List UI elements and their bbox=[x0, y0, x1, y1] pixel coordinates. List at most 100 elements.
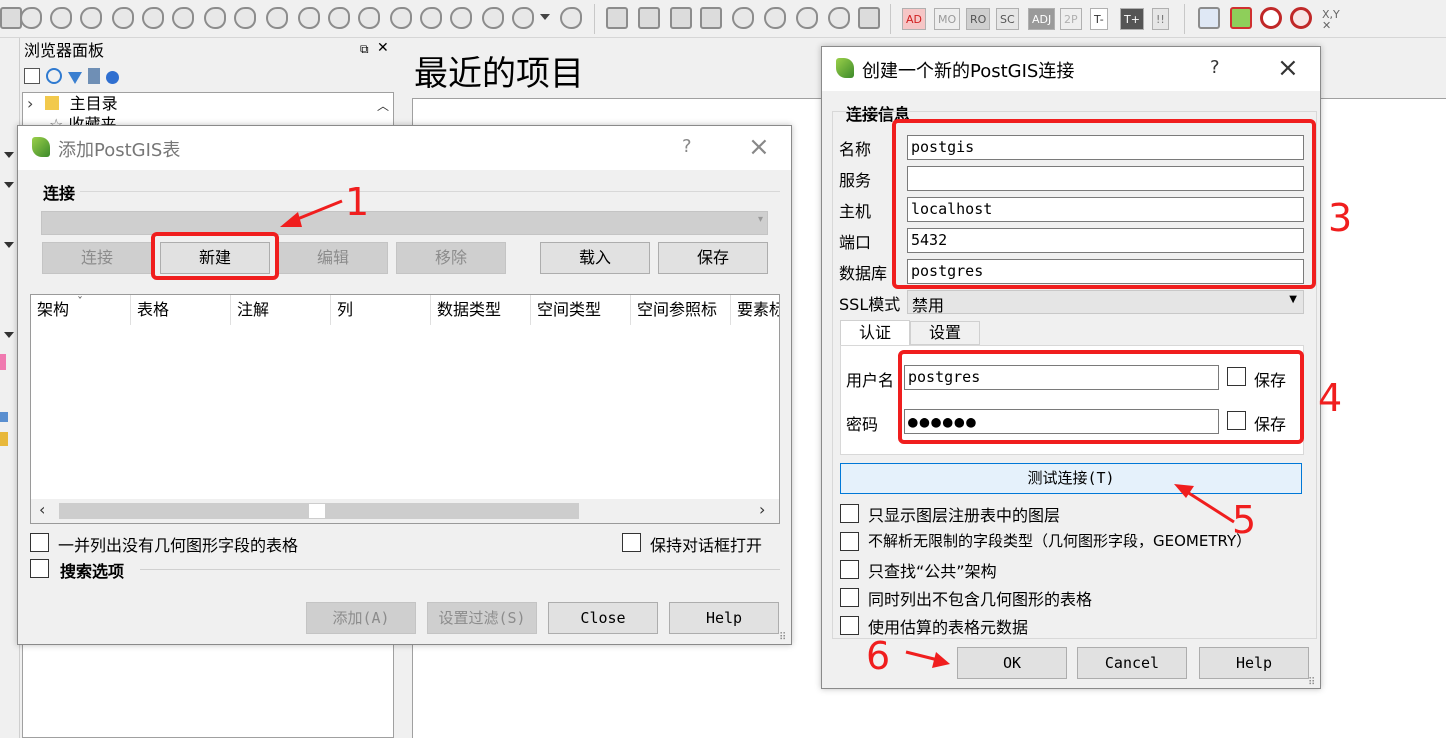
digitize-icon[interactable] bbox=[0, 7, 22, 29]
2p-tool-icon[interactable]: 2P bbox=[1060, 8, 1082, 30]
reshape-icon[interactable] bbox=[328, 7, 350, 29]
remove-button[interactable]: 移除 bbox=[396, 242, 506, 274]
merge-features-icon[interactable] bbox=[450, 7, 472, 29]
chevron-down-icon[interactable] bbox=[4, 332, 14, 338]
connect-button[interactable]: 连接 bbox=[42, 242, 152, 274]
chevron-down-icon[interactable] bbox=[540, 14, 550, 20]
info-icon[interactable] bbox=[106, 71, 119, 84]
delete-part-icon[interactable] bbox=[298, 7, 320, 29]
zoom-select-icon[interactable] bbox=[1290, 7, 1312, 29]
column-header[interactable]: 表格 bbox=[131, 295, 231, 325]
rotate-symbols-icon[interactable] bbox=[512, 7, 534, 29]
split-parts-icon[interactable] bbox=[420, 7, 442, 29]
brightness-up-icon[interactable] bbox=[732, 7, 754, 29]
collapse-icon[interactable] bbox=[88, 68, 100, 84]
grid-icon[interactable] bbox=[858, 7, 880, 29]
merge-attributes-icon[interactable] bbox=[482, 7, 504, 29]
column-header[interactable]: 数据类型 bbox=[431, 295, 531, 325]
add-part-icon[interactable] bbox=[204, 7, 226, 29]
add-feature-icon[interactable] bbox=[112, 7, 134, 29]
close-button[interactable]: Close bbox=[548, 602, 658, 634]
scroll-left-icon[interactable]: ‹ bbox=[39, 500, 45, 519]
option-checkbox[interactable] bbox=[840, 532, 859, 551]
edit-button[interactable]: 编辑 bbox=[278, 242, 388, 274]
chevron-down-icon[interactable] bbox=[4, 242, 14, 248]
option-checkbox[interactable] bbox=[840, 588, 859, 607]
help-icon[interactable]: ? bbox=[682, 136, 692, 157]
refresh-icon[interactable] bbox=[46, 68, 62, 84]
keep-open-checkbox[interactable] bbox=[622, 533, 641, 552]
chevron-right-icon[interactable]: › bbox=[27, 94, 33, 113]
option-checkbox[interactable] bbox=[840, 560, 859, 579]
sc-tool-icon[interactable]: SC bbox=[996, 8, 1019, 30]
resize-grip-icon[interactable]: ⠿ bbox=[1308, 677, 1320, 689]
load-button[interactable]: 载入 bbox=[540, 242, 650, 274]
undo-icon[interactable] bbox=[50, 7, 72, 29]
coordinate-capture-icon[interactable]: X,Y ✕ bbox=[1322, 9, 1340, 31]
mo-tool-icon[interactable]: MO bbox=[934, 8, 961, 30]
fill-ring-icon[interactable] bbox=[234, 7, 256, 29]
tables-list[interactable]: 架构 ˇ 表格 注解 列 数据类型 空间类型 空间参照标 要素标 ‹ › bbox=[30, 294, 780, 524]
t-plus-tool-icon[interactable]: T+ bbox=[1120, 8, 1144, 30]
search-options-checkbox[interactable] bbox=[30, 559, 49, 578]
edit-icon[interactable] bbox=[20, 7, 42, 29]
tab-settings[interactable]: 设置 bbox=[910, 321, 980, 345]
filter-icon[interactable] bbox=[68, 72, 82, 84]
help-button[interactable]: Help bbox=[1199, 647, 1309, 679]
histogram-full-icon[interactable] bbox=[670, 7, 692, 29]
ro-tool-icon[interactable]: RO bbox=[966, 8, 991, 30]
add-ring-icon[interactable] bbox=[172, 7, 194, 29]
help-button[interactable]: Help bbox=[669, 602, 779, 634]
redo-icon[interactable] bbox=[80, 7, 102, 29]
chevron-down-icon[interactable] bbox=[4, 182, 14, 188]
contrast-up-icon[interactable] bbox=[796, 7, 818, 29]
tab-auth[interactable]: 认证 bbox=[840, 320, 910, 346]
t-minus-tool-icon[interactable]: T- bbox=[1090, 8, 1108, 30]
add-selected-icon[interactable] bbox=[24, 68, 40, 84]
ad-tool-icon[interactable]: AD bbox=[902, 8, 926, 30]
histogram-local-icon[interactable] bbox=[638, 7, 660, 29]
tree-item-home[interactable]: › 主目录 bbox=[27, 93, 118, 115]
split-features-icon[interactable] bbox=[390, 7, 412, 29]
offset-curve-icon[interactable] bbox=[358, 7, 380, 29]
ssl-mode-select[interactable]: 禁用 ▼ bbox=[907, 290, 1304, 315]
column-header[interactable]: 空间参照标 bbox=[631, 295, 731, 325]
histogram-stretch-icon[interactable] bbox=[700, 7, 722, 29]
cancel-button[interactable]: Cancel bbox=[1077, 647, 1187, 679]
username-label: 用户名 bbox=[846, 371, 895, 390]
zoom-icon[interactable] bbox=[1260, 7, 1282, 29]
add-button[interactable]: 添加(A) bbox=[306, 602, 416, 634]
undock-icon[interactable]: ⧉ bbox=[360, 42, 369, 57]
adj-tool-icon[interactable]: ADJ bbox=[1028, 8, 1056, 30]
help-icon[interactable]: ? bbox=[1210, 57, 1220, 78]
save-button[interactable]: 保存 bbox=[658, 242, 768, 274]
scroll-right-icon[interactable]: › bbox=[759, 500, 765, 519]
column-header[interactable]: 空间类型 bbox=[531, 295, 631, 325]
move-feature-icon[interactable] bbox=[142, 7, 164, 29]
option-label: 只查找“公共”架构 bbox=[868, 562, 997, 581]
column-header[interactable]: 要素标 bbox=[731, 295, 779, 325]
contrast-down-icon[interactable] bbox=[828, 7, 850, 29]
horizontal-scrollbar[interactable]: ‹ › bbox=[31, 499, 779, 523]
option-checkbox[interactable] bbox=[840, 616, 859, 635]
set-filter-button[interactable]: 设置过滤(S) bbox=[427, 602, 537, 634]
select-layer-icon[interactable] bbox=[1198, 7, 1220, 29]
delete-ring-icon[interactable] bbox=[266, 7, 288, 29]
simplify-icon[interactable] bbox=[560, 7, 582, 29]
resize-grip-icon[interactable]: ⠿ bbox=[779, 632, 791, 644]
histogram-icon[interactable] bbox=[606, 7, 628, 29]
option-checkbox[interactable] bbox=[840, 504, 859, 523]
close-icon[interactable]: ✕ bbox=[377, 40, 389, 56]
chevron-down-icon[interactable] bbox=[4, 152, 14, 158]
brightness-down-icon[interactable] bbox=[764, 7, 786, 29]
connection-select[interactable]: ▾ bbox=[41, 211, 768, 235]
column-header[interactable]: 注解 bbox=[231, 295, 331, 325]
close-icon[interactable]: × bbox=[1277, 53, 1299, 83]
column-header[interactable]: 列 bbox=[331, 295, 431, 325]
ok-button[interactable]: OK bbox=[957, 647, 1067, 679]
close-icon[interactable]: × bbox=[748, 132, 770, 162]
scroll-up-icon[interactable]: ︿ bbox=[377, 97, 389, 114]
list-no-geom-checkbox[interactable] bbox=[30, 533, 49, 552]
identify-icon[interactable] bbox=[1230, 7, 1252, 29]
warning-tool-icon[interactable]: !! bbox=[1152, 8, 1169, 30]
